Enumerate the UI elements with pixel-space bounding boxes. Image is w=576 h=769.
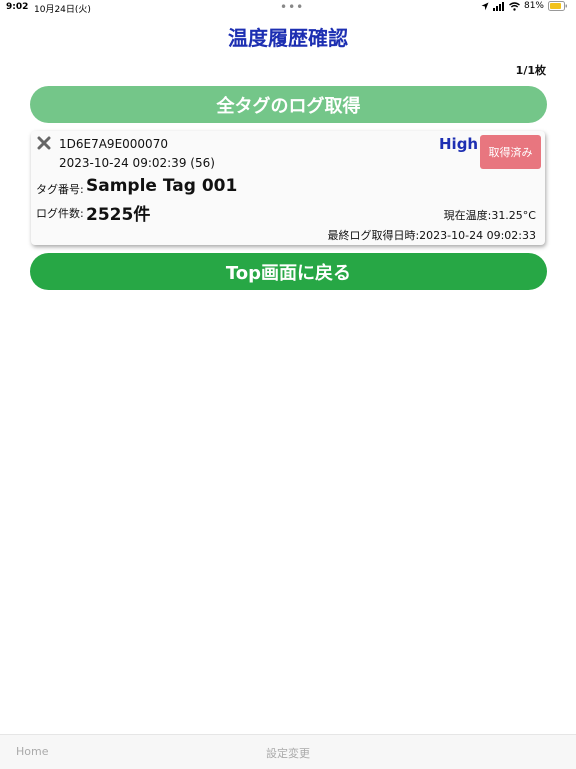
tag-id: 1D6E7A9E000070 (59, 137, 168, 151)
status-indicators: 81% (481, 1, 568, 11)
close-icon[interactable] (37, 135, 51, 150)
tab-home[interactable]: Home (16, 745, 48, 758)
page-title: 温度履歴確認 (228, 26, 348, 50)
battery-percentage: 81% (523, 1, 544, 11)
status-bar: 9:02 10月24日(火) ••• 81% (0, 0, 576, 16)
current-temperature: 現在温度:31.25°C (443, 209, 536, 222)
get-all-logs-button[interactable]: 全タグのログ取得 (30, 86, 547, 123)
battery-icon (548, 1, 568, 11)
tab-settings[interactable]: 設定変更 (266, 745, 310, 761)
location-arrow-icon (481, 2, 489, 11)
tag-datetime: 2023-10-24 09:02:39 (56) (59, 156, 215, 170)
tag-level: High (439, 135, 479, 153)
log-count-label: ログ件数: (36, 207, 84, 220)
last-log-time: 最終ログ取得日時:2023-10-24 09:02:33 (327, 229, 536, 242)
log-count-value: 2525件 (86, 205, 151, 225)
signal-icon (492, 1, 505, 11)
wifi-icon (509, 1, 520, 11)
acquired-status-button[interactable]: 取得済み (480, 135, 541, 169)
back-to-top-button[interactable]: Top画面に戻る (30, 253, 547, 290)
tab-bar: Home 設定変更 (0, 734, 576, 769)
status-time: 9:02 (6, 2, 29, 12)
tag-number-label: タグ番号: (36, 183, 84, 196)
status-date: 10月24日(火) (34, 5, 91, 15)
page-count: 1/1枚 (515, 64, 546, 77)
multitasking-dots[interactable]: ••• (280, 0, 304, 14)
tag-card: 1D6E7A9E000070 2023-10-24 09:02:39 (56) … (31, 131, 545, 245)
tag-number-value: Sample Tag 001 (86, 176, 238, 196)
